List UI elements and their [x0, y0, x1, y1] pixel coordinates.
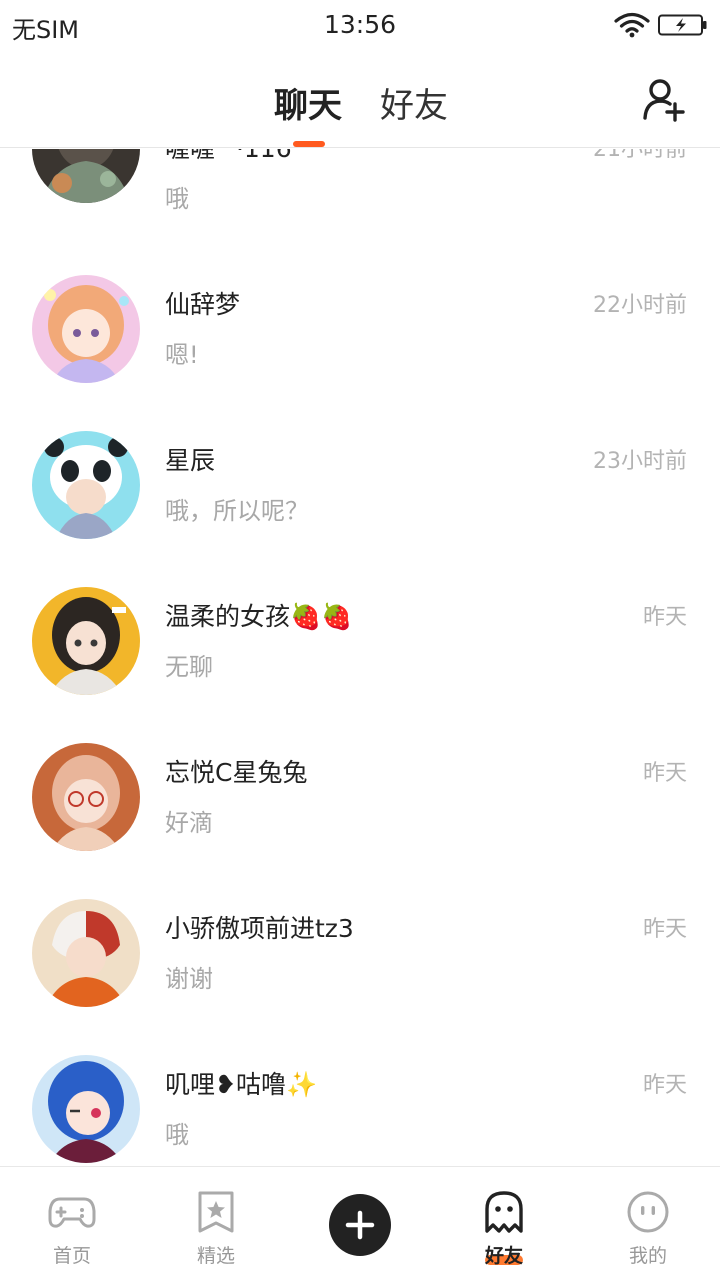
last-message: 哦，所以呢？ — [165, 497, 309, 525]
avatar — [32, 275, 140, 383]
avatar — [32, 743, 140, 851]
nav-label: 好友 — [484, 1245, 523, 1267]
contact-name: 叽哩❥咕噜✨ — [165, 1070, 318, 1099]
star-bookmark-icon — [198, 1191, 234, 1233]
message-time: 23小时前 — [593, 449, 687, 474]
conversation-row[interactable]: 小骄傲项前进tz3 昨天 谢谢 — [0, 851, 720, 1007]
app-header: 聊天 好友 — [0, 50, 720, 148]
last-message: 无聊 — [165, 653, 213, 681]
message-time: 昨天 — [642, 917, 687, 942]
conversation-row[interactable]: 温柔的女孩🍓🍓 昨天 无聊 — [0, 539, 720, 695]
conversation-row[interactable]: 喔喔^·116 21小时前 哦 — [0, 149, 720, 227]
nav-friends[interactable]: 好友 — [432, 1167, 576, 1280]
ghost-icon — [485, 1191, 523, 1233]
message-time: 22小时前 — [593, 293, 687, 318]
avatar — [32, 1055, 140, 1163]
tab-chat[interactable]: 聊天 — [274, 78, 342, 127]
contact-name: 忘悦C星兔兔 — [165, 758, 308, 787]
last-message: 谢谢 — [165, 965, 213, 993]
avatar — [32, 431, 140, 539]
nav-featured[interactable]: 精选 — [144, 1167, 288, 1280]
avatar — [32, 899, 140, 1007]
contact-name: 喔喔^·116 — [165, 149, 292, 165]
avatar — [32, 149, 140, 203]
add-user-icon[interactable] — [642, 78, 688, 122]
last-message: 好滴 — [165, 809, 213, 837]
clock: 13:56 — [323, 10, 397, 39]
contact-name: 星辰 — [165, 446, 216, 475]
message-time: 昨天 — [642, 605, 687, 630]
last-message: 哦 — [165, 1121, 189, 1149]
message-time: 昨天 — [642, 761, 687, 786]
contact-name: 温柔的女孩🍓🍓 — [165, 602, 353, 631]
message-time: 昨天 — [642, 1073, 687, 1098]
nav-label: 精选 — [196, 1245, 235, 1267]
wifi-icon — [614, 12, 650, 38]
nav-label: 首页 — [52, 1245, 91, 1267]
contact-name: 仙辞梦 — [165, 290, 241, 319]
battery-icon — [658, 14, 707, 36]
bottom-navigation: 首页 精选 好友 我的 — [0, 1166, 720, 1280]
last-message: 哦 — [165, 185, 189, 213]
avatar — [32, 587, 140, 695]
conversation-list: 喔喔^·116 21小时前 哦 仙辞梦 22小时前 嗯! — [0, 149, 720, 1166]
nav-home[interactable]: 首页 — [0, 1167, 144, 1280]
conversation-row[interactable]: 叽哩❥咕噜✨ 昨天 哦 — [0, 1007, 720, 1163]
compose-button[interactable] — [329, 1194, 391, 1256]
conversation-row[interactable]: 忘悦C星兔兔 昨天 好滴 — [0, 695, 720, 851]
plus-icon — [345, 1210, 375, 1240]
conversation-row[interactable]: 星辰 23小时前 哦，所以呢？ — [0, 383, 720, 539]
gamepad-icon — [48, 1197, 96, 1228]
tab-friends[interactable]: 好友 — [380, 78, 448, 127]
nav-label: 我的 — [628, 1245, 667, 1267]
conversation-row[interactable]: 仙辞梦 22小时前 嗯! — [0, 227, 720, 383]
last-message: 嗯! — [165, 341, 199, 369]
message-time: 21小时前 — [593, 149, 687, 162]
nav-profile[interactable]: 我的 — [576, 1167, 720, 1280]
contact-name: 小骄傲项前进tz3 — [165, 914, 354, 943]
status-bar: 无SIM 13:56 — [0, 0, 720, 50]
face-icon — [627, 1191, 669, 1233]
active-tab-indicator — [293, 141, 325, 147]
